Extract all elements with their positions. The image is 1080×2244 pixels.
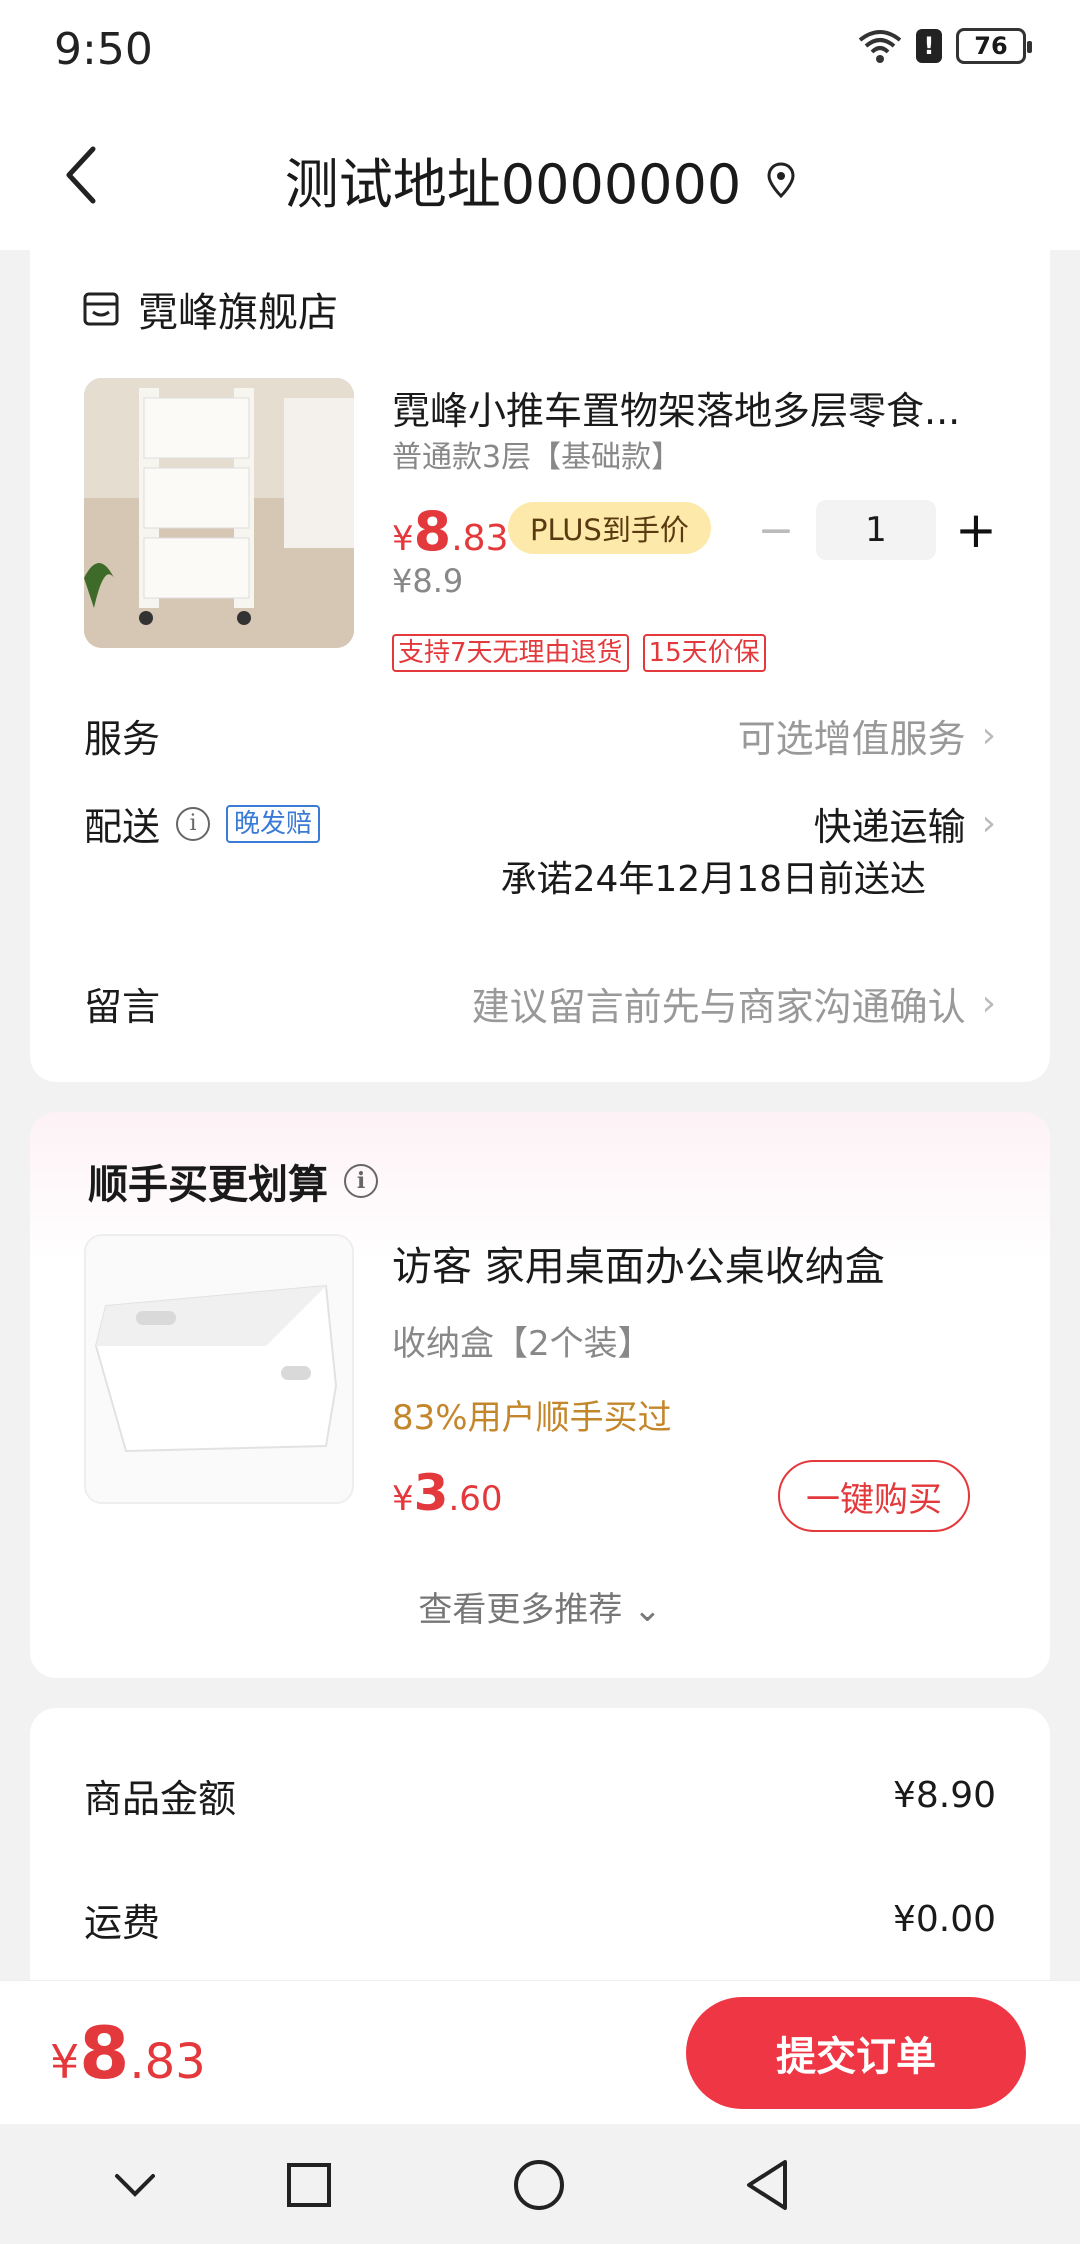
status-icons: ! 76 xyxy=(858,28,1032,64)
delivery-promise: 承诺24年12月18日前送达 xyxy=(500,859,926,900)
status-bar: 9:50 ! 76 xyxy=(0,0,1080,100)
total-price: ¥ 8 .83 xyxy=(50,2011,206,2095)
header: 测试地址0000000 xyxy=(0,100,1080,250)
service-row[interactable]: 服务 可选增值服务 › xyxy=(84,708,996,763)
nav-back-icon xyxy=(747,2160,787,2210)
price-protect-tag: 15天价保 xyxy=(642,634,766,672)
increase-button[interactable]: + xyxy=(946,500,1006,560)
chevron-right-icon: › xyxy=(981,983,996,1024)
decrease-button[interactable]: − xyxy=(746,500,806,560)
nav-down-icon xyxy=(115,2174,155,2197)
recommend-item-spec: 收纳盒【2个装】 xyxy=(392,1324,652,1364)
message-value: 建议留言前先与商家沟通确认 › xyxy=(472,976,996,1031)
shipping-row: 运费 ¥0.00 xyxy=(84,1892,996,1947)
location-pin-icon xyxy=(767,161,795,198)
service-tags: 支持7天无理由退货 15天价保 xyxy=(392,634,766,672)
one-click-buy-button[interactable]: 一键购买 xyxy=(778,1460,970,1532)
nav-home-icon xyxy=(514,2160,564,2210)
message-label: 留言 xyxy=(84,985,161,1029)
price-integer: 3 xyxy=(413,1464,449,1522)
shop-link[interactable]: 霓峰旗舰店 xyxy=(82,280,338,338)
recommend-title: 顺手买更划算 xyxy=(88,1162,328,1208)
more-recommendations-link[interactable]: 查看更多推荐 ⌄ xyxy=(30,1582,1050,1631)
return-tag: 支持7天无理由退货 xyxy=(392,634,629,672)
price-currency: ¥ xyxy=(392,1479,414,1519)
info-icon[interactable]: i xyxy=(344,1164,378,1198)
delivery-label-group: 配送 i 晚发赔 xyxy=(84,796,321,851)
goods-amount-label: 商品金额 xyxy=(84,1777,237,1821)
recommend-item-name[interactable]: 访客 家用桌面办公桌收纳盒 xyxy=(392,1234,885,1292)
nav-recents-icon xyxy=(287,2163,331,2207)
delivery-row[interactable]: 配送 i 晚发赔 快递运输 › xyxy=(84,796,996,851)
service-value: 可选增值服务 › xyxy=(738,708,996,763)
recommend-title-group: 顺手买更划算 i xyxy=(88,1152,378,1210)
quantity-stepper: − 1 + xyxy=(746,500,1006,560)
battery-icon: 76 xyxy=(956,28,1032,64)
nav-recents-button[interactable] xyxy=(274,2150,344,2220)
product-title[interactable]: 霓峰小推车置物架落地多层零食... xyxy=(392,380,1012,435)
shop-icon xyxy=(83,292,119,326)
product-spec[interactable]: 普通款3层【基础款】 xyxy=(392,432,681,476)
product-price: ¥ 8 .83 xyxy=(392,500,508,563)
shipping-label: 运费 xyxy=(84,1901,161,1945)
price-decimal: .60 xyxy=(448,1479,503,1519)
address-selector[interactable]: 测试地址0000000 xyxy=(0,140,1080,219)
goods-amount-value: ¥8.90 xyxy=(892,1775,996,1816)
product-image[interactable] xyxy=(84,378,354,648)
product-image-art xyxy=(84,378,354,648)
shipping-value: ¥0.00 xyxy=(892,1899,996,1940)
recommend-card: 顺手买更划算 i 访客 家用桌面办公桌收纳盒 收纳盒【2个装】 83%用户顺手买… xyxy=(30,1112,1050,1678)
recommend-image[interactable] xyxy=(84,1234,354,1504)
nav-down-button[interactable] xyxy=(100,2150,170,2220)
price-currency: ¥ xyxy=(392,519,414,559)
chevron-right-icon: › xyxy=(981,715,996,756)
service-label: 服务 xyxy=(84,717,161,761)
delivery-value: 快递运输 › xyxy=(814,796,996,851)
goods-amount-row: 商品金额 ¥8.90 xyxy=(84,1768,996,1823)
recommend-image-art xyxy=(86,1236,352,1502)
quantity-value[interactable]: 1 xyxy=(816,500,936,560)
price-integer: 8 xyxy=(413,500,452,563)
shop-name: 霓峰旗舰店 xyxy=(138,290,338,336)
service-value-text: 可选增值服务 xyxy=(737,717,966,761)
info-icon[interactable]: i xyxy=(176,806,211,841)
message-row[interactable]: 留言 建议留言前先与商家沟通确认 › xyxy=(84,976,996,1031)
nav-home-button[interactable] xyxy=(504,2150,574,2220)
page-title: 测试地址0000000 xyxy=(284,153,742,216)
price-decimal: .83 xyxy=(451,518,509,559)
delivery-method: 快递运输 xyxy=(813,805,966,849)
alert-icon: ! xyxy=(916,29,942,63)
recommend-price: ¥ 3 .60 xyxy=(392,1464,503,1522)
recommend-hint: 83%用户顺手买过 xyxy=(392,1398,672,1438)
original-price: ¥8.9 xyxy=(392,562,464,600)
delivery-label: 配送 xyxy=(84,805,161,849)
order-card: 霓峰旗舰店 霓峰小推车置物架落地多层零食... 普通款3层【基础款】 ¥ 8 .… xyxy=(30,250,1050,1082)
price-decimal: .83 xyxy=(129,2034,206,2090)
summary-card: 商品金额 ¥8.90 运费 ¥0.00 xyxy=(30,1708,1050,2008)
wifi-icon xyxy=(858,30,902,63)
price-currency: ¥ xyxy=(50,2035,80,2089)
price-integer: 8 xyxy=(79,2011,130,2095)
message-placeholder: 建议留言前先与商家沟通确认 xyxy=(471,985,966,1029)
late-compensation-tag: 晚发赔 xyxy=(226,804,321,843)
submit-order-button[interactable]: 提交订单 xyxy=(686,1997,1026,2109)
status-time: 9:50 xyxy=(54,24,153,75)
checkout-bar: ¥ 8 .83 提交订单 xyxy=(0,1980,1080,2124)
nav-back-button[interactable] xyxy=(732,2150,802,2220)
system-nav-bar xyxy=(0,2124,1080,2244)
chevron-right-icon: › xyxy=(981,803,996,844)
plus-price-badge: PLUS到手价 xyxy=(508,502,711,554)
